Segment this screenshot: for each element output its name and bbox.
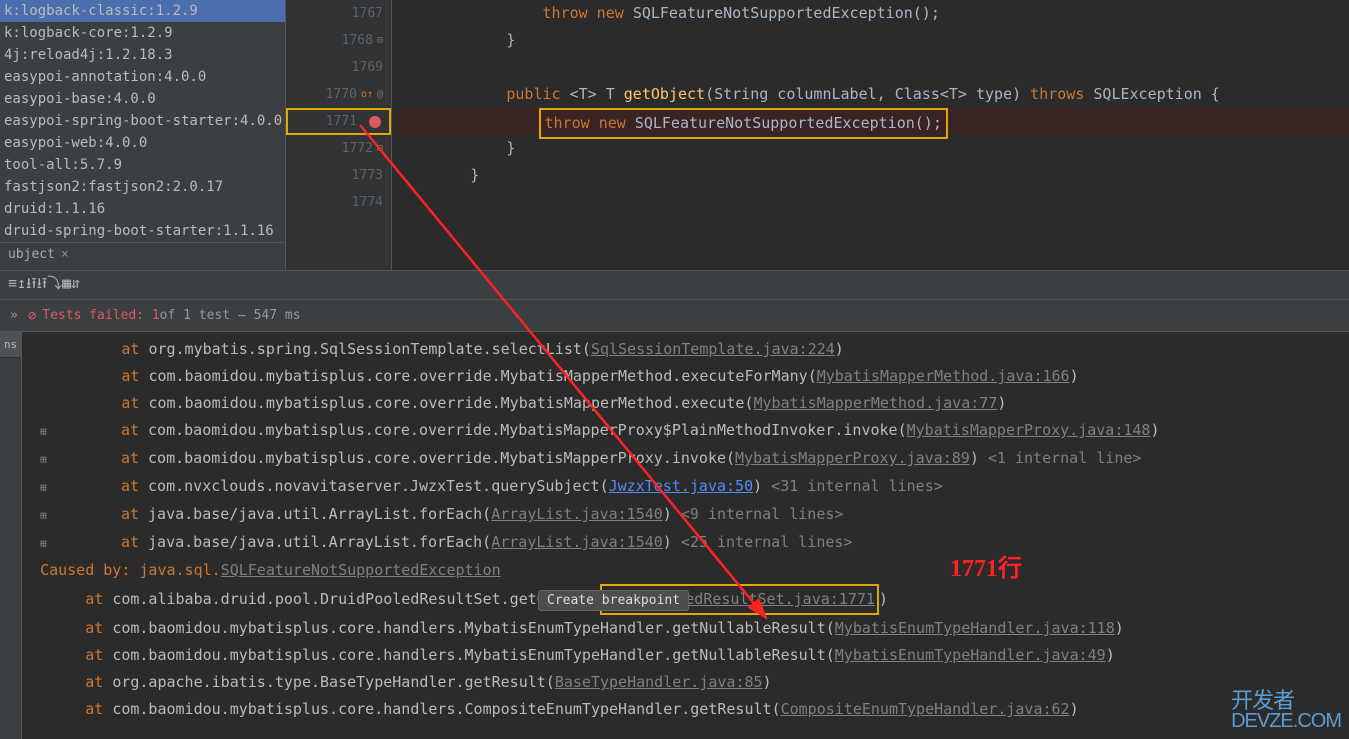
toolbar-icon[interactable]: ⤵: [47, 274, 62, 292]
code-text: }: [470, 166, 479, 184]
sidebar-item[interactable]: 4j:reload4j:1.2.18.3: [0, 44, 285, 66]
stack-frame: at com.baomidou.mybatisplus.core.overrid…: [22, 390, 1349, 417]
exception-link[interactable]: SQLFeatureNotSupportedException: [221, 561, 501, 579]
toolbar-icon[interactable]: ≡: [8, 274, 17, 292]
stack-frame: at org.mybatis.spring.SqlSessionTemplate…: [22, 336, 1349, 363]
chevron-icon[interactable]: »: [10, 308, 18, 323]
stack-frame: at com.baomidou.mybatisplus.core.handler…: [22, 615, 1349, 642]
create-breakpoint-tooltip[interactable]: Create breakpoint: [538, 590, 689, 611]
code-text: }: [506, 31, 515, 49]
override-icon[interactable]: o↑: [361, 81, 373, 108]
tab-label: ubject: [8, 247, 55, 262]
code-text: throws: [1030, 85, 1093, 103]
sidebar-tab[interactable]: ubject ×: [0, 242, 285, 266]
code-text: ();: [915, 114, 942, 132]
stack-frame: ⊞ at com.baomidou.mybatisplus.core.overr…: [22, 445, 1349, 473]
toolbar-icon[interactable]: ↥: [17, 274, 26, 292]
stack-frame: at org.apache.ibatis.type.BaseTypeHandle…: [22, 669, 1349, 696]
sidebar-item[interactable]: druid:1.1.16: [0, 198, 285, 220]
code-text: throw: [545, 114, 599, 132]
toolbar-icon[interactable]: ⇵: [71, 274, 80, 292]
sidebar-item[interactable]: easypoi-web:4.0.0: [0, 132, 285, 154]
line-number-breakpoint[interactable]: 1771: [286, 108, 391, 135]
source-link[interactable]: MybatisEnumTypeHandler.java:118: [835, 619, 1115, 637]
sidebar: k:logback-classic:1.2.9k:logback-core:1.…: [0, 0, 286, 270]
at-icon: @: [377, 81, 383, 108]
source-link[interactable]: SqlSessionTemplate.java:224: [591, 340, 835, 358]
code-text: getObject: [624, 85, 705, 103]
toolbar-icon[interactable]: ▦: [62, 274, 71, 292]
code-text: new: [599, 114, 635, 132]
stack-frame: Caused by: java.sql.SQLFeatureNotSupport…: [22, 557, 1349, 584]
source-link[interactable]: CompositeEnumTypeHandler.java:62: [781, 700, 1070, 718]
gutter: 1767 1768⊟ 1769 1770o↑@ 1771 1772⊟ 1773 …: [286, 0, 392, 270]
line-number[interactable]: 1774: [286, 189, 391, 216]
source-link[interactable]: MybatisMapperMethod.java:77: [754, 394, 998, 412]
line-number[interactable]: 1767: [286, 0, 391, 27]
annotation-text: 1771行: [950, 548, 1022, 583]
source-link[interactable]: JwzxTest.java:50: [609, 477, 754, 495]
stack-frame: at com.baomidou.mybatisplus.core.handler…: [22, 696, 1349, 723]
fold-icon[interactable]: ⊟: [377, 135, 383, 162]
code-text: <T> T: [570, 85, 624, 103]
sidebar-item[interactable]: easypoi-annotation:4.0.0: [0, 66, 285, 88]
source-link[interactable]: MybatisEnumTypeHandler.java:49: [835, 646, 1106, 664]
expand-icon[interactable]: ⊞: [40, 481, 47, 494]
sidebar-item[interactable]: fastjson2:fastjson2:2.0.17: [0, 176, 285, 198]
stack-frame: at com.baomidou.mybatisplus.core.handler…: [22, 642, 1349, 669]
stack-frame: ⊞ at java.base/java.util.ArrayList.forEa…: [22, 501, 1349, 529]
stack-frame: ⊞ at java.base/java.util.ArrayList.forEa…: [22, 529, 1349, 557]
expand-icon[interactable]: ⊞: [40, 509, 47, 522]
sidebar-item[interactable]: k:logback-core:1.2.9: [0, 22, 285, 44]
source-link[interactable]: MybatisMapperMethod.java:166: [817, 367, 1070, 385]
source-link[interactable]: BaseTypeHandler.java:85: [555, 673, 763, 691]
line-number[interactable]: 1768⊟: [286, 27, 391, 54]
code-editor[interactable]: 1767 1768⊟ 1769 1770o↑@ 1771 1772⊟ 1773 …: [286, 0, 1349, 270]
code-text: public: [506, 85, 569, 103]
line-number[interactable]: 1770o↑@: [286, 81, 391, 108]
stack-frame: at com.baomidou.mybatisplus.core.overrid…: [22, 363, 1349, 390]
sidebar-item[interactable]: easypoi-base:4.0.0: [0, 88, 285, 110]
stack-frame: ⊞ at com.nvxclouds.novavitaserver.JwzxTe…: [22, 473, 1349, 501]
run-toolbar: ≡↥⭳⭱⭳⭱⤵▦⇵: [0, 270, 1349, 300]
side-tab[interactable]: ns: [0, 332, 21, 358]
stack-frame: ⊞ at com.baomidou.mybatisplus.core.overr…: [22, 417, 1349, 445]
line-number[interactable]: 1773: [286, 162, 391, 189]
side-tabs: ns: [0, 332, 22, 739]
source-link[interactable]: MybatisMapperProxy.java:148: [907, 421, 1151, 439]
code-text: throw new: [543, 4, 633, 22]
tests-failed-label: Tests failed:: [42, 308, 144, 323]
sidebar-item[interactable]: easypoi-spring-boot-starter:4.0.0: [0, 110, 285, 132]
console-output[interactable]: at org.mybatis.spring.SqlSessionTemplate…: [22, 332, 1349, 739]
line-number[interactable]: 1772⊟: [286, 135, 391, 162]
code-text: SQLFeatureNotSupportedException: [635, 114, 915, 132]
source-link[interactable]: ArrayList.java:1540: [491, 533, 663, 551]
source-link[interactable]: ArrayList.java:1540: [491, 505, 663, 523]
expand-icon[interactable]: ⊞: [40, 537, 47, 550]
sidebar-item[interactable]: druid-spring-boot-starter:1.1.16: [0, 220, 285, 242]
fail-icon: ⊘: [28, 308, 36, 324]
sidebar-item[interactable]: tool-all:5.7.9: [0, 154, 285, 176]
source-link[interactable]: MybatisMapperProxy.java:89: [735, 449, 970, 467]
test-status-bar: » ⊘ Tests failed: 1 of 1 test – 547 ms: [0, 300, 1349, 332]
code-area[interactable]: throw new SQLFeatureNotSupportedExceptio…: [392, 0, 1349, 270]
expand-icon[interactable]: ⊞: [40, 425, 47, 438]
breakpoint-icon[interactable]: [369, 116, 381, 128]
test-summary: of 1 test – 547 ms: [160, 308, 301, 323]
code-text: (String columnLabel, Class<T> type): [705, 85, 1030, 103]
fail-count: 1: [152, 308, 160, 323]
line-number[interactable]: 1769: [286, 54, 391, 81]
code-text: SQLFeatureNotSupportedException: [633, 4, 913, 22]
code-text: }: [506, 139, 515, 157]
fold-icon[interactable]: ⊟: [377, 27, 383, 54]
expand-icon[interactable]: ⊞: [40, 453, 47, 466]
close-icon[interactable]: ×: [61, 247, 69, 262]
watermark: 开发者 DEVZE.COM: [1231, 691, 1341, 731]
code-text: SQLException {: [1093, 85, 1219, 103]
sidebar-item[interactable]: k:logback-classic:1.2.9: [0, 0, 285, 22]
code-text: ();: [913, 4, 940, 22]
